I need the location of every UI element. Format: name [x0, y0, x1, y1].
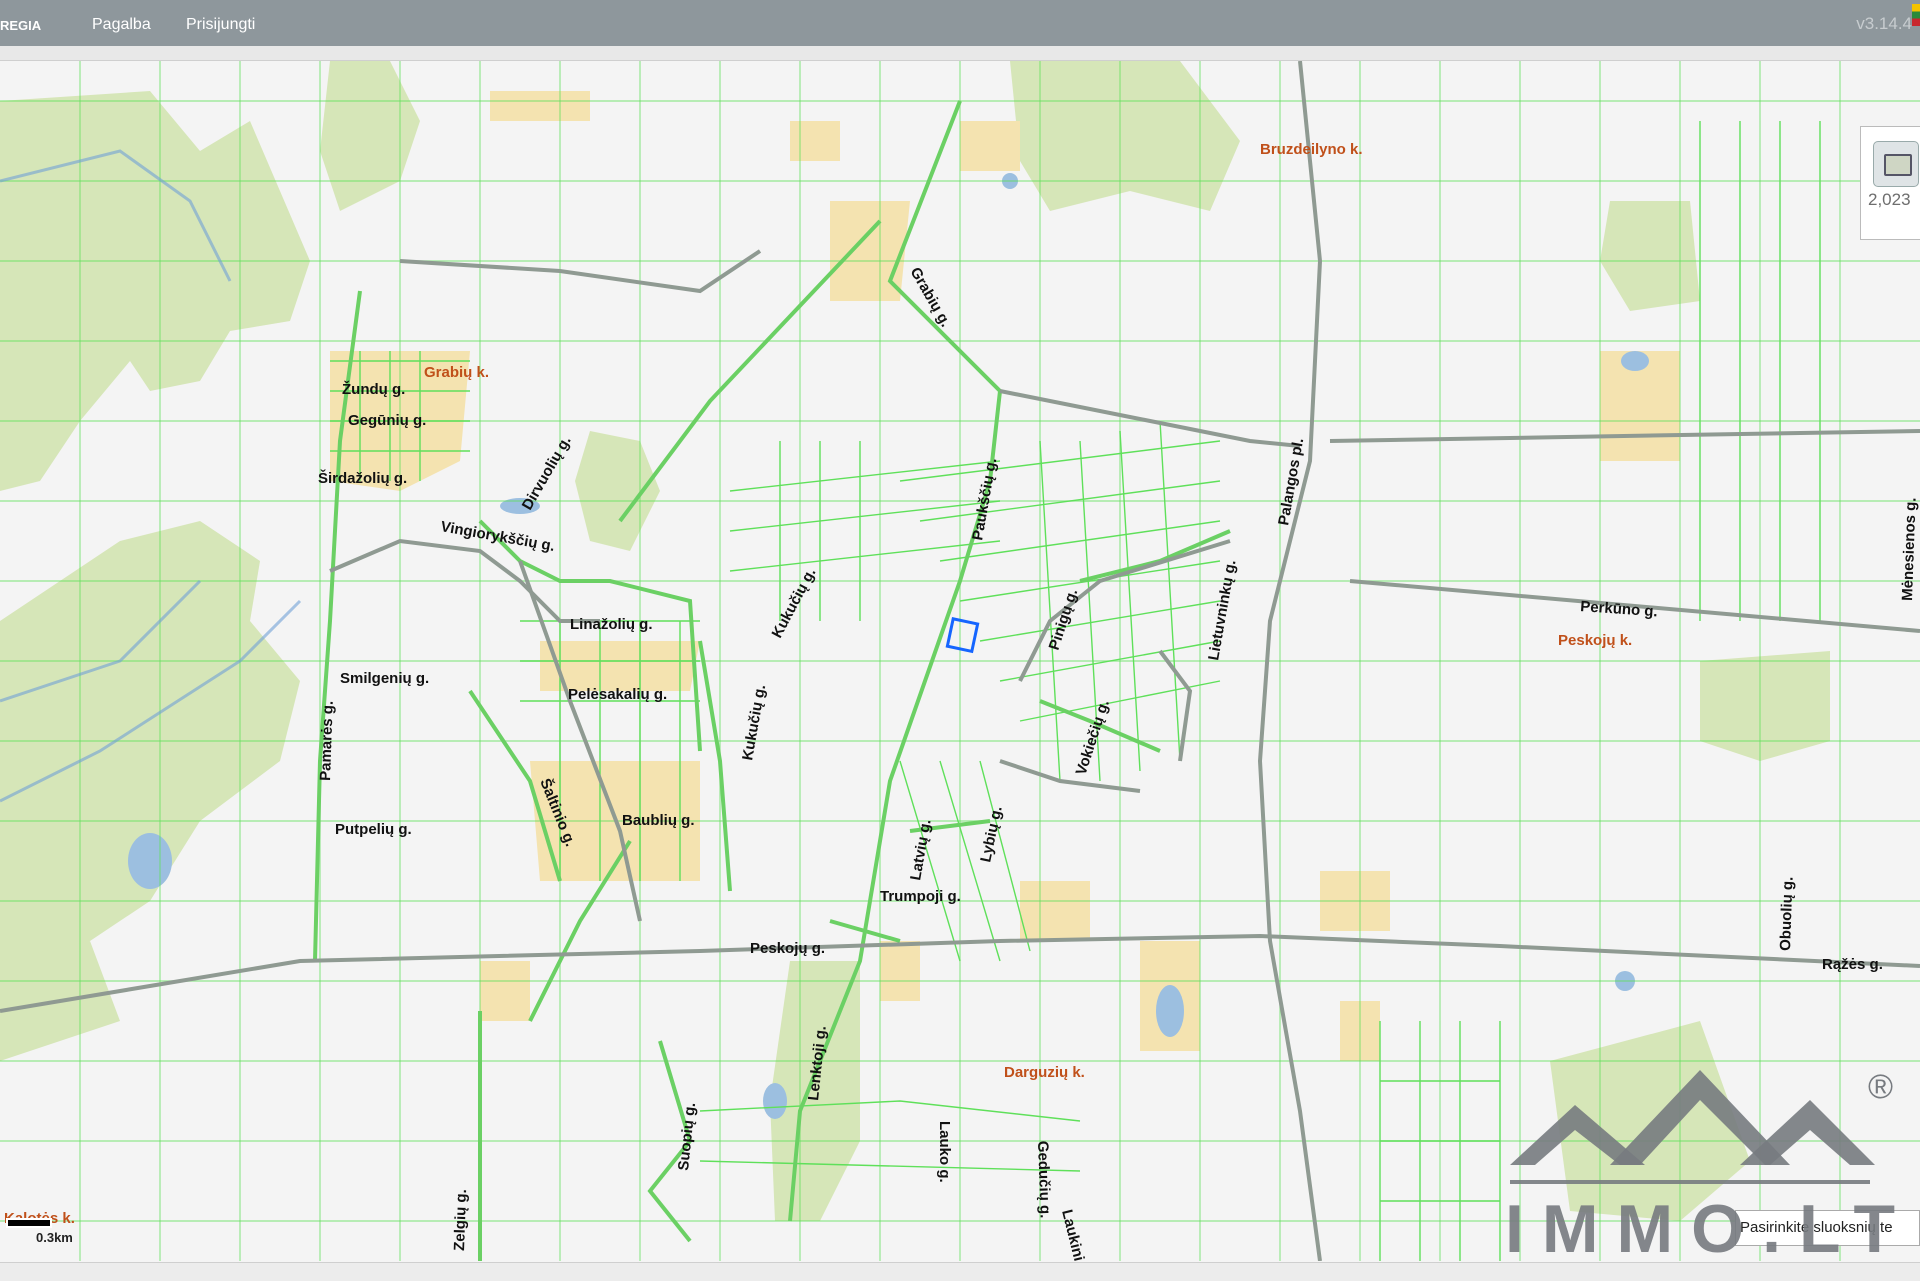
street-label: Pelėsakalių g. [568, 686, 667, 703]
street-label: Kukučių g. [739, 683, 769, 761]
street-label: Lauko g. [936, 1121, 953, 1183]
village-label: Peskojų k. [1558, 632, 1632, 649]
street-label: Gedučių g. [1034, 1141, 1054, 1219]
layers-button[interactable] [1873, 141, 1919, 187]
brand-label[interactable]: REGIA [0, 18, 41, 33]
map-scale-value: 2,023 [1868, 190, 1911, 209]
street-label: Lybių g. [977, 805, 1005, 864]
street-label: Peskojų g. [750, 940, 825, 957]
menu-help[interactable]: Pagalba [92, 16, 151, 34]
street-label: Baublių g. [622, 812, 695, 829]
street-label: Putpelių g. [335, 821, 412, 838]
street-label: Paukščių g. [969, 457, 1000, 542]
street-label: Kukučių g. [769, 565, 820, 641]
street-label: Mėnesienos g. [1899, 497, 1920, 601]
scale-bar-label: 0.3km [36, 1230, 73, 1245]
village-label: Grabių k. [424, 364, 489, 381]
street-label: Laukininkų g. [1058, 1208, 1098, 1261]
toolbar-strip [0, 46, 1920, 61]
village-label: Bruzdeilyno k. [1260, 141, 1363, 158]
street-label: Širdažolių g. [318, 469, 407, 487]
flag-icon[interactable] [1912, 4, 1920, 26]
street-label: Žundų g. [342, 380, 405, 398]
version-label: v3.14.4 [1856, 14, 1912, 33]
street-label: Pamarės g. [317, 701, 337, 782]
street-label: Zelgių g. [451, 1189, 470, 1251]
selected-parcel[interactable] [945, 617, 980, 654]
menu-login[interactable]: Prisijungti [186, 16, 255, 34]
building-areas [330, 91, 1680, 1061]
street-label: Rąžės g. [1822, 956, 1883, 973]
registered-mark: ® [1868, 1068, 1894, 1106]
logo-text: IMMO.LT [1505, 1191, 1913, 1267]
street-label: Suopių g. [675, 1102, 699, 1172]
street-label: Smilgenių g. [340, 670, 429, 687]
street-label: Obuolių g. [1777, 876, 1797, 951]
forest-areas [0, 61, 1830, 1221]
street-label: Linažolių g. [570, 616, 653, 633]
street-label: Gegūnių g. [348, 412, 426, 429]
layers-icon [1884, 154, 1912, 176]
street-label: Trumpoji g. [880, 888, 961, 905]
top-menu-bar: REGIA Pagalba Prisijungti v3.14.4 [0, 0, 1920, 46]
street-label: Perkūno g. [1580, 598, 1659, 620]
street-label: Lietuvninkų g. [1205, 559, 1239, 662]
village-label: Darguzių k. [1004, 1064, 1085, 1081]
scale-bar [6, 1218, 52, 1228]
street-label: Latvių g. [907, 818, 934, 882]
status-bar [0, 1262, 1920, 1281]
layer-panel [1860, 126, 1920, 240]
